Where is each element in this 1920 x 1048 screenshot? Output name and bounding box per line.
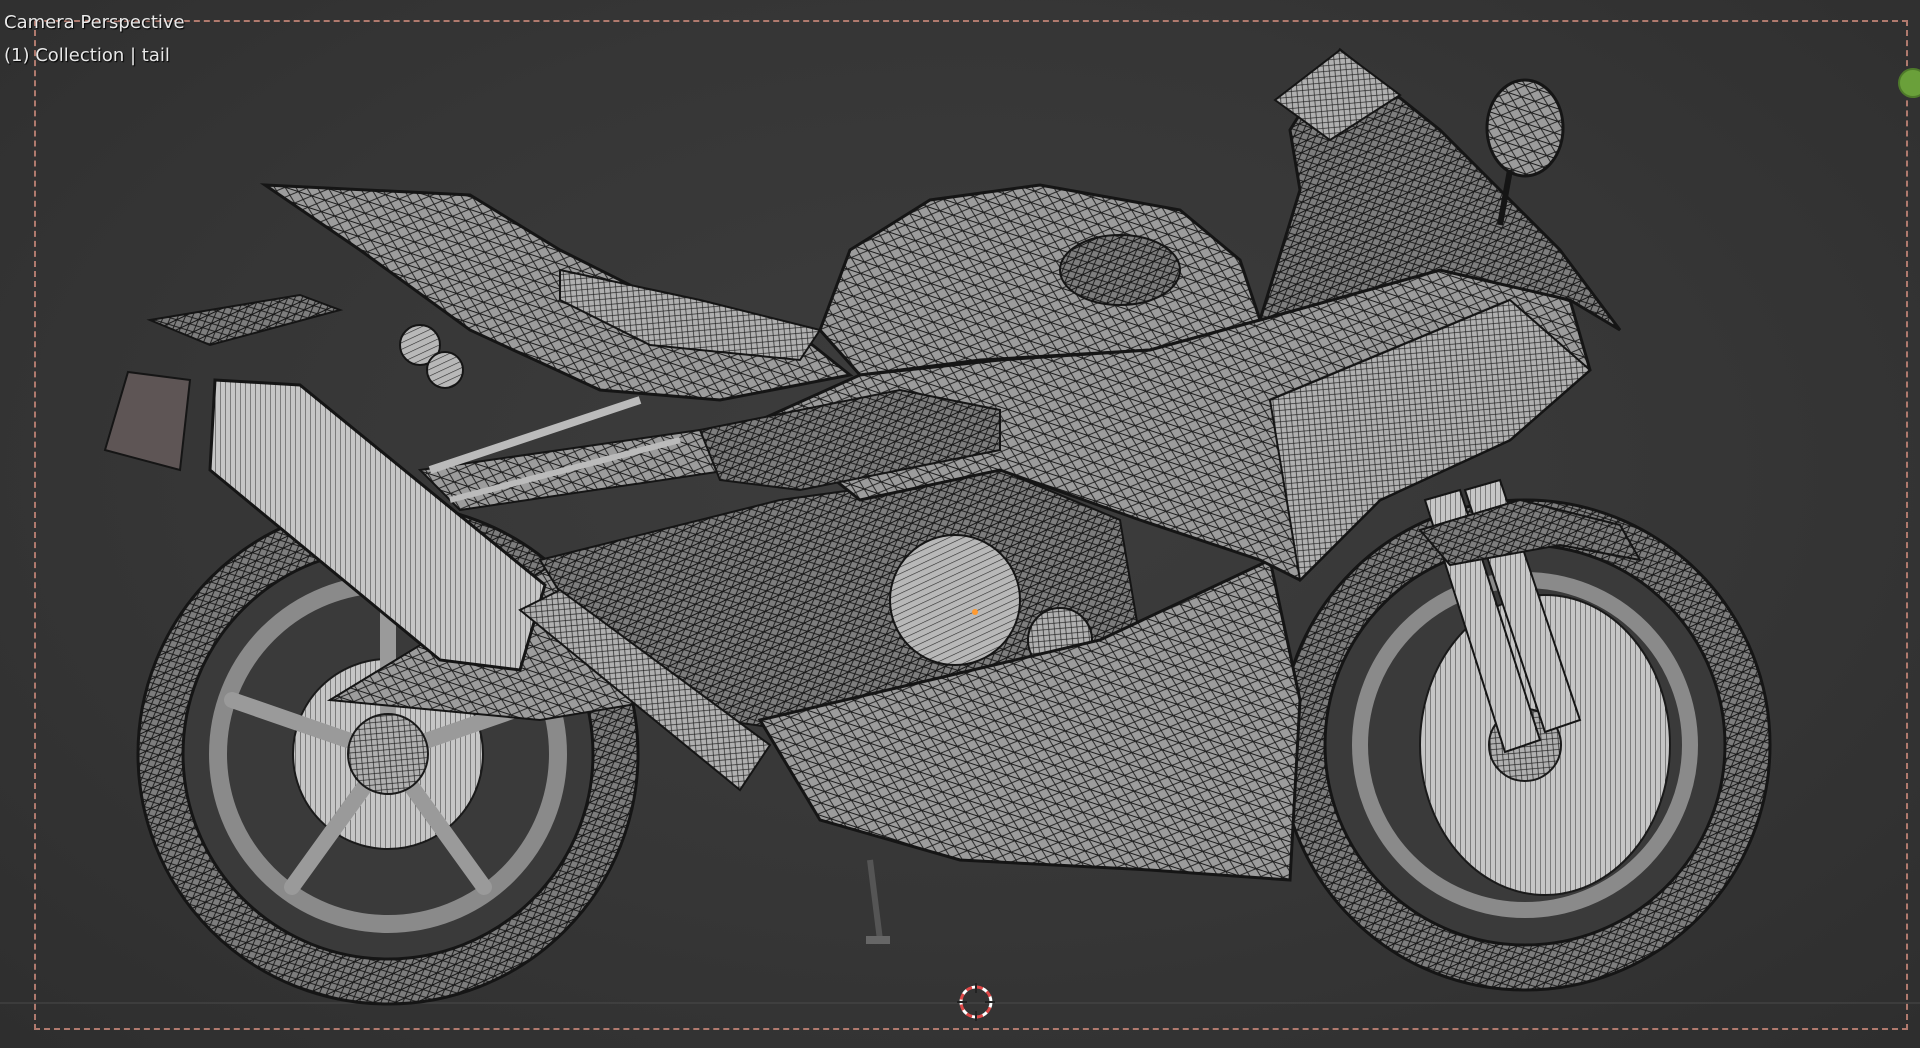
navigation-gizmo-icon[interactable] — [1898, 68, 1920, 98]
3d-cursor-icon[interactable] — [957, 983, 995, 1021]
motorcycle-wireframe-model[interactable] — [0, 0, 1920, 1048]
3d-viewport[interactable]: Camera Perspective (1) Collection | tail — [0, 0, 1920, 1048]
view-label: Camera Perspective — [4, 12, 185, 33]
collection-label: (1) Collection | tail — [4, 45, 170, 66]
